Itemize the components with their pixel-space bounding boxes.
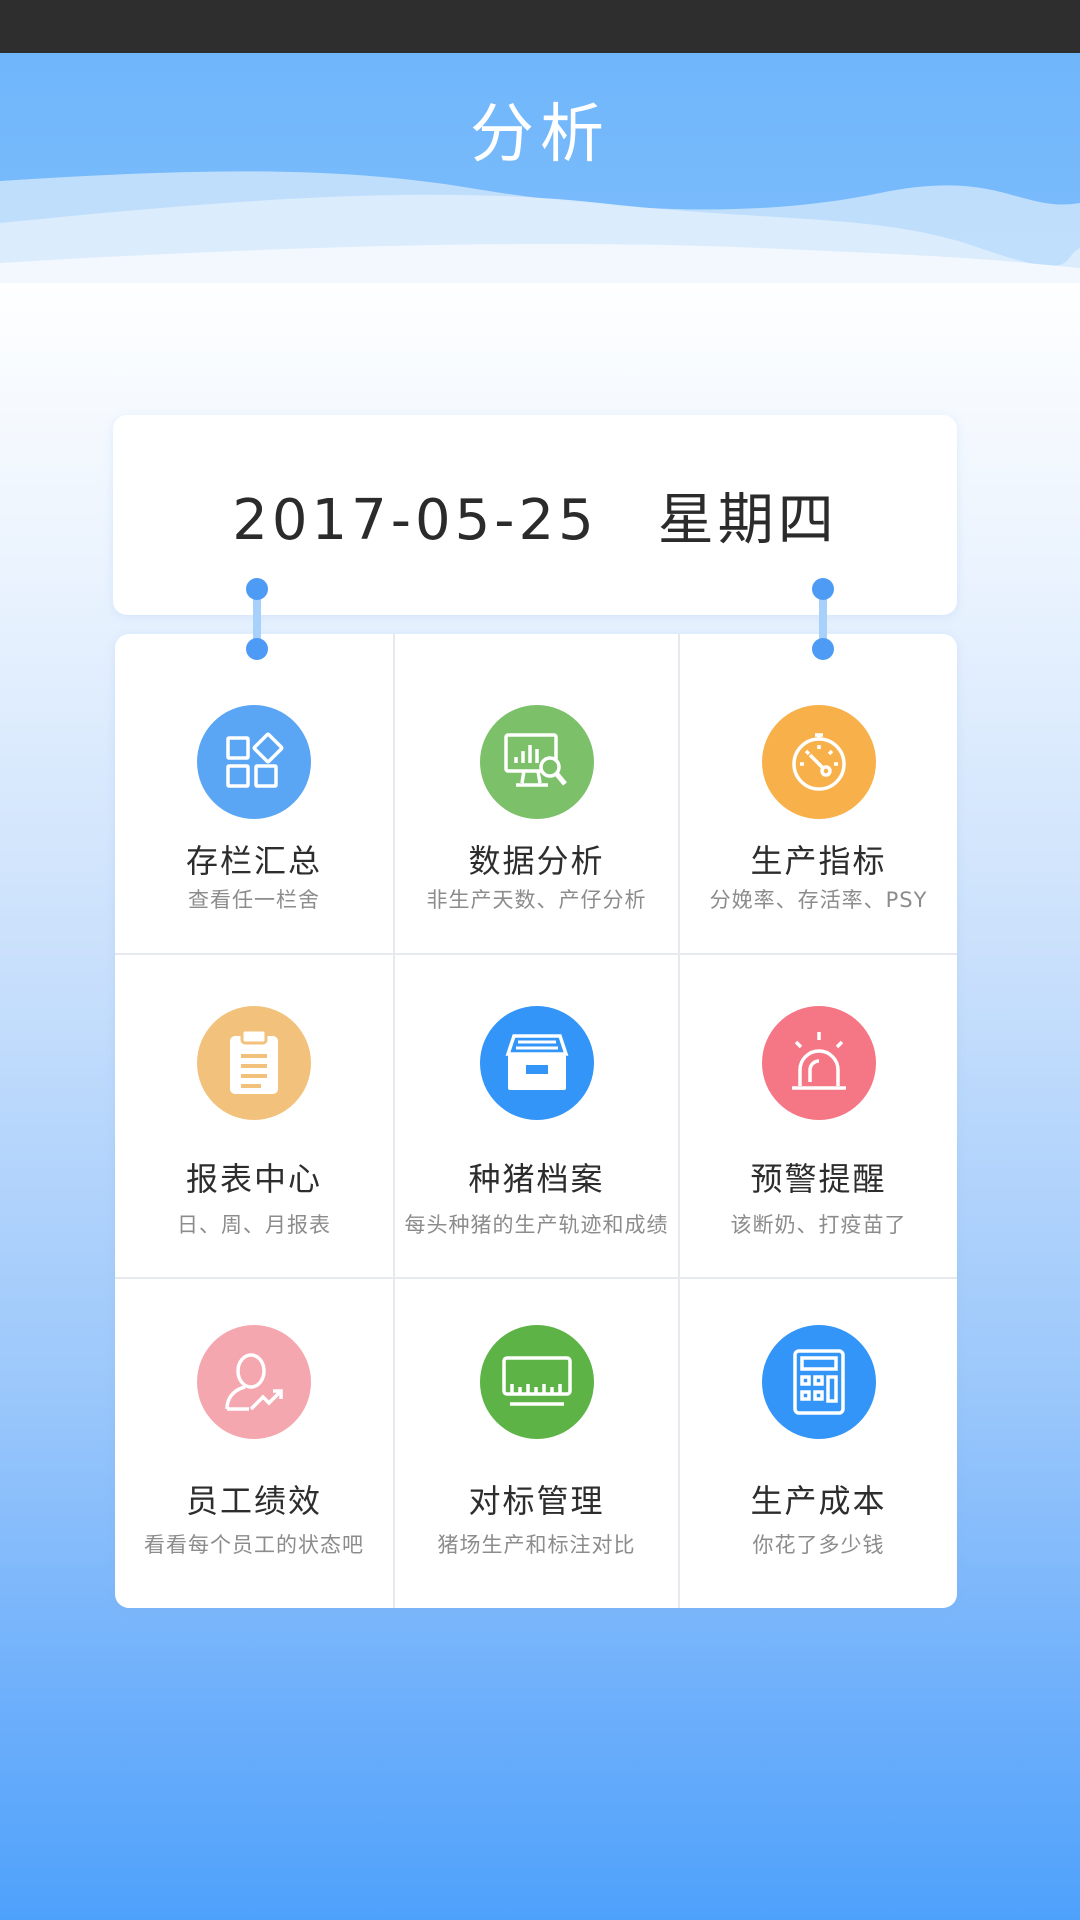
module-subtitle: 分娩率、存活率、PSY	[709, 888, 928, 912]
module-ruler[interactable]: 对标管理猪场生产和标注对比	[395, 1279, 678, 1608]
header: 分析	[0, 53, 1080, 283]
archive-icon	[479, 1006, 594, 1120]
module-subtitle: 看看每个员工的状态吧	[144, 1533, 364, 1557]
module-subtitle: 你花了多少钱	[752, 1533, 885, 1557]
module-subtitle: 该断奶、打疫苗了	[730, 1213, 907, 1237]
module-subtitle: 非生产天数、产仔分析	[426, 888, 647, 912]
module-gauge[interactable]: 生产指标分娩率、存活率、PSY	[680, 634, 957, 953]
module-subtitle: 猪场生产和标注对比	[437, 1533, 636, 1557]
module-title: 预警提醒	[750, 1160, 887, 1198]
gauge-icon	[761, 705, 876, 819]
weekday-value: 星期四	[657, 487, 838, 553]
module-grid: 存栏汇总 查看任一栏舍 数据分析 非生产天数、产仔分析 生产指标 分娩率、存活率、PSY 报…	[115, 634, 957, 1608]
user-trend-icon	[197, 1325, 311, 1439]
module-archive[interactable]: 种猪档案每头种猪的生产轨迹和成绩	[395, 955, 678, 1277]
module-apps[interactable]: 存栏汇总查看任一栏舍	[115, 634, 393, 953]
clipboard-icon	[197, 1006, 311, 1120]
chart-search-icon	[479, 705, 594, 819]
module-clipboard[interactable]: 报表中心日、周、月报表	[115, 955, 393, 1277]
status-bar	[0, 0, 1080, 53]
module-title: 生产指标	[750, 842, 887, 880]
module-subtitle: 每头种猪的生产轨迹和成绩	[404, 1213, 669, 1237]
module-title: 对标管理	[468, 1482, 605, 1520]
module-chart-search[interactable]: 数据分析非生产天数、产仔分析	[395, 634, 678, 953]
module-title: 数据分析	[468, 842, 605, 880]
ruler-icon	[479, 1325, 594, 1439]
card-hanger-left	[246, 578, 268, 662]
module-user-trend[interactable]: 员工绩效看看每个员工的状态吧	[115, 1279, 393, 1608]
date-value: 2017-05-25	[232, 487, 598, 553]
module-title: 员工绩效	[185, 1482, 322, 1520]
module-title: 生产成本	[750, 1482, 887, 1520]
module-subtitle: 查看任一栏舍	[188, 888, 320, 912]
apps-icon	[197, 705, 311, 819]
module-calculator[interactable]: 生产成本你花了多少钱	[680, 1279, 957, 1608]
module-title: 存栏汇总	[185, 842, 322, 880]
module-title: 报表中心	[185, 1160, 322, 1198]
module-alarm[interactable]: 预警提醒该断奶、打疫苗了	[680, 955, 957, 1277]
calculator-icon	[761, 1325, 876, 1439]
alarm-icon	[761, 1006, 876, 1120]
module-subtitle: 日、周、月报表	[177, 1213, 331, 1237]
module-title: 种猪档案	[468, 1160, 605, 1198]
card-hanger-right	[812, 578, 834, 662]
page-title: 分析	[470, 98, 610, 172]
